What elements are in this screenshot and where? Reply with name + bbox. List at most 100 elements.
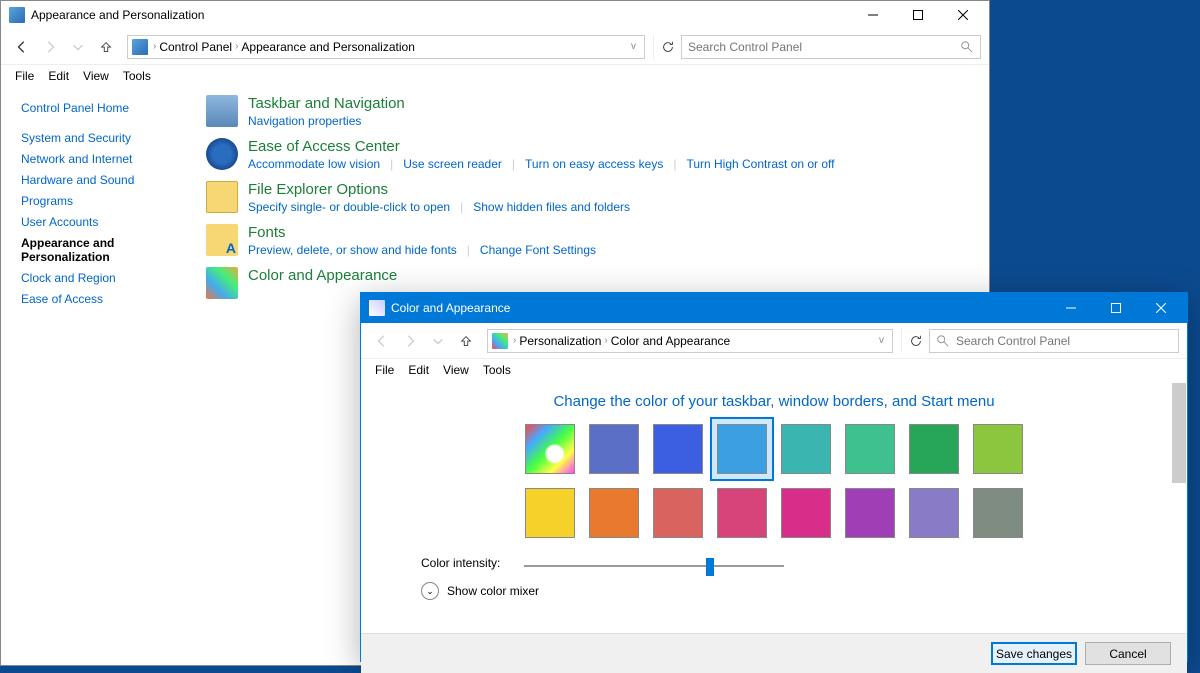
color-swatch[interactable] — [525, 424, 575, 474]
color-swatch[interactable] — [909, 488, 959, 538]
category-link[interactable]: Change Font Settings — [480, 243, 596, 257]
category-link[interactable]: Show hidden files and folders — [473, 200, 630, 214]
maximize-button[interactable] — [895, 1, 940, 29]
dialog-menu-view[interactable]: View — [437, 361, 475, 379]
sidebar-item[interactable]: Ease of Access — [21, 290, 178, 308]
color-swatch[interactable] — [973, 424, 1023, 474]
category-row: Ease of Access Center Accommodate low vis… — [206, 138, 969, 171]
color-swatch[interactable] — [525, 488, 575, 538]
color-intensity-row: Color intensity: — [421, 556, 1157, 570]
menu-file[interactable]: File — [9, 67, 40, 85]
sidebar-home-link[interactable]: Control Panel Home — [21, 99, 178, 117]
color-swatch[interactable] — [589, 424, 639, 474]
cancel-button[interactable]: Cancel — [1085, 642, 1171, 665]
refresh-button[interactable] — [653, 35, 681, 59]
sidebar-item[interactable]: Network and Internet — [21, 150, 178, 168]
dialog-breadcrumb-item[interactable]: Color and Appearance — [609, 334, 732, 348]
personalization-icon — [369, 300, 385, 316]
dialog-forward-button[interactable] — [397, 328, 423, 354]
category-row: Fonts Preview, delete, or show and hide f… — [206, 224, 969, 257]
dialog-footer: Save changes Cancel — [361, 633, 1187, 673]
sidebar-item[interactable]: System and Security — [21, 129, 178, 147]
color-intensity-label: Color intensity: — [421, 556, 500, 570]
menu-view[interactable]: View — [77, 67, 115, 85]
dialog-up-button[interactable] — [453, 328, 479, 354]
breadcrumb-item[interactable]: Appearance and Personalization — [239, 40, 416, 54]
color-swatch[interactable] — [845, 424, 895, 474]
color-swatch[interactable] — [717, 488, 767, 538]
dialog-minimize-button[interactable] — [1048, 294, 1093, 322]
color-swatch[interactable] — [781, 488, 831, 538]
color-swatch[interactable] — [653, 424, 703, 474]
category-link[interactable]: Turn High Contrast on or off — [686, 157, 834, 171]
dialog-address-bar[interactable]: › Personalization › Color and Appearance… — [487, 329, 893, 353]
category-link[interactable]: Accommodate low vision — [248, 157, 380, 171]
up-button[interactable] — [93, 34, 119, 60]
dialog-body: Change the color of your taskbar, window… — [361, 381, 1187, 633]
category-title[interactable]: Ease of Access Center — [248, 138, 969, 155]
dialog-search-box[interactable] — [929, 329, 1179, 353]
dialog-menu-file[interactable]: File — [369, 361, 400, 379]
dialog-maximize-button[interactable] — [1093, 294, 1138, 322]
chevron-down-icon[interactable]: v — [631, 41, 636, 52]
category-row: Taskbar and Navigation Navigation propert… — [206, 95, 969, 128]
dialog-menu-tools[interactable]: Tools — [477, 361, 517, 379]
color-swatch[interactable] — [973, 488, 1023, 538]
dialog-recent-button[interactable] — [425, 328, 451, 354]
color-swatch[interactable] — [845, 488, 895, 538]
category-link[interactable]: Navigation properties — [248, 114, 361, 128]
dialog-heading: Change the color of your taskbar, window… — [391, 393, 1157, 410]
color-swatch[interactable] — [717, 424, 767, 474]
slider-thumb[interactable] — [706, 558, 714, 576]
dialog-menu-bar: File Edit View Tools — [361, 359, 1187, 381]
minimize-button[interactable] — [850, 1, 895, 29]
color-mixer-label: Show color mixer — [447, 584, 539, 598]
category-title[interactable]: Color and Appearance — [248, 267, 969, 284]
show-color-mixer-toggle[interactable]: ⌄ Show color mixer — [421, 582, 1157, 600]
color-swatch[interactable] — [781, 424, 831, 474]
menu-edit[interactable]: Edit — [42, 67, 75, 85]
color-swatch[interactable] — [653, 488, 703, 538]
recent-locations-button[interactable] — [65, 34, 91, 60]
color-intensity-slider[interactable] — [524, 565, 784, 567]
sidebar-item[interactable]: Appearance and Personalization — [21, 234, 178, 266]
sidebar-item[interactable]: Hardware and Sound — [21, 171, 178, 189]
chevron-down-icon[interactable]: v — [879, 335, 884, 346]
color-swatch[interactable] — [909, 424, 959, 474]
dialog-breadcrumb-item[interactable]: Personalization — [517, 334, 603, 348]
back-button[interactable] — [9, 34, 35, 60]
search-box[interactable] — [681, 35, 981, 59]
forward-button[interactable] — [37, 34, 63, 60]
color-swatch-grid — [494, 424, 1054, 538]
category-link[interactable]: Specify single- or double-click to open — [248, 200, 450, 214]
category-title[interactable]: Fonts — [248, 224, 969, 241]
save-changes-button[interactable]: Save changes — [991, 642, 1077, 665]
category-row: File Explorer Options Specify single- or … — [206, 181, 969, 214]
sidebar-item[interactable]: Programs — [21, 192, 178, 210]
control-panel-icon — [9, 7, 25, 23]
sidebar-item[interactable]: Clock and Region — [21, 269, 178, 287]
menu-tools[interactable]: Tools — [117, 67, 157, 85]
close-button[interactable] — [940, 1, 985, 29]
dialog-refresh-button[interactable] — [901, 329, 929, 353]
main-window-title: Appearance and Personalization — [31, 8, 850, 22]
scrollbar-thumb[interactable] — [1172, 383, 1186, 483]
category-link[interactable]: Use screen reader — [403, 157, 502, 171]
main-menu-bar: File Edit View Tools — [1, 65, 989, 87]
sidebar-item[interactable]: User Accounts — [21, 213, 178, 231]
breadcrumb-item[interactable]: Control Panel — [157, 40, 234, 54]
category-title[interactable]: Taskbar and Navigation — [248, 95, 969, 112]
category-link[interactable]: Turn on easy access keys — [525, 157, 663, 171]
category-title[interactable]: File Explorer Options — [248, 181, 969, 198]
dialog-search-input[interactable] — [956, 334, 1172, 348]
dialog-back-button[interactable] — [369, 328, 395, 354]
color-appearance-dialog: Color and Appearance › Personalization ›… — [360, 292, 1188, 662]
dialog-close-button[interactable] — [1138, 294, 1183, 322]
explorer-icon — [206, 181, 238, 213]
color-swatch[interactable] — [589, 488, 639, 538]
category-link[interactable]: Preview, delete, or show and hide fonts — [248, 243, 457, 257]
dialog-title-bar: Color and Appearance — [361, 293, 1187, 323]
dialog-menu-edit[interactable]: Edit — [402, 361, 435, 379]
search-input[interactable] — [688, 40, 960, 54]
address-bar[interactable]: › Control Panel › Appearance and Persona… — [127, 35, 645, 59]
